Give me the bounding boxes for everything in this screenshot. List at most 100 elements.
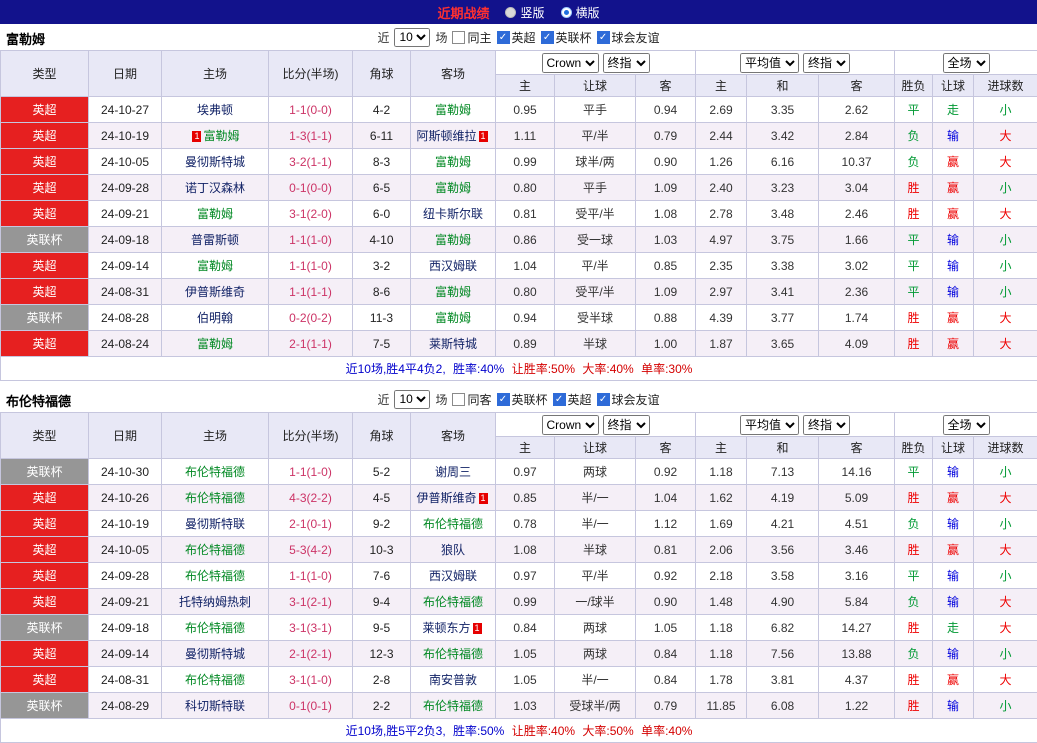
col-header-date: 日期 — [89, 413, 162, 459]
result-outcome: 负 — [895, 123, 933, 149]
avg-home: 1.18 — [696, 615, 747, 641]
handicap-line: 两球 — [555, 459, 636, 485]
team-name-link[interactable]: 纽卡斯尔联 — [423, 207, 483, 221]
result-outcome: 平 — [895, 253, 933, 279]
team-name-link[interactable]: 伊普斯维奇 — [416, 491, 476, 505]
team-name-link[interactable]: 富勒姆 — [435, 155, 471, 169]
avg-time-select[interactable]: 终指 — [803, 53, 850, 73]
result-outcome: 平 — [895, 97, 933, 123]
filter-checkbox[interactable]: 同主 — [452, 29, 491, 46]
avg-company-select[interactable]: 平均值 — [740, 415, 799, 435]
avg-time-select[interactable]: 终指 — [803, 415, 850, 435]
match-score: 3-1(2-0) — [269, 201, 353, 227]
result-goals: 大 — [974, 667, 1037, 693]
match-row: 英超24-10-19曼彻斯特联2-1(0-1)9-2布伦特福德0.78半/一1.… — [1, 511, 1037, 537]
team-name-link[interactable]: 布伦特福德 — [423, 699, 483, 713]
away-odds: 0.88 — [636, 305, 696, 331]
team-name-link[interactable]: 莱斯特城 — [429, 337, 477, 351]
away-odds: 0.79 — [636, 123, 696, 149]
avg-company-select[interactable]: 平均值 — [740, 53, 799, 73]
home-odds: 0.97 — [496, 459, 555, 485]
team-name-link[interactable]: 布伦特福德 — [423, 595, 483, 609]
team-name-link[interactable]: 布伦特福德 — [185, 621, 245, 635]
match-score: 1-3(1-1) — [269, 123, 353, 149]
odds-time-select[interactable]: 终指 — [603, 415, 650, 435]
away-team: 阿斯顿维拉1 — [411, 123, 496, 149]
layout-radio-horizontal[interactable]: 横版 — [561, 4, 600, 21]
team-name-link[interactable]: 莱顿东方 — [422, 621, 470, 635]
team-name-link[interactable]: 诺丁汉森林 — [185, 181, 245, 195]
team-name-link[interactable]: 狼队 — [441, 543, 465, 557]
radio-label-horizontal: 横版 — [576, 4, 600, 21]
scope-select[interactable]: 全场 — [943, 53, 990, 73]
team-name-link[interactable]: 伊普斯维奇 — [185, 285, 245, 299]
team-name-link[interactable]: 富勒姆 — [435, 233, 471, 247]
home-odds: 0.95 — [496, 97, 555, 123]
team-name-link[interactable]: 布伦特福德 — [185, 673, 245, 687]
filter-checkbox[interactable]: 同客 — [452, 391, 491, 408]
team-name-link[interactable]: 布伦特福德 — [185, 465, 245, 479]
team-name-link[interactable]: 曼彻斯特城 — [185, 155, 245, 169]
team-name-link[interactable]: 富勒姆 — [435, 181, 471, 195]
team-name-link[interactable]: 南安普敦 — [429, 673, 477, 687]
team-name-link[interactable]: 富勒姆 — [435, 103, 471, 117]
avg-home: 1.18 — [696, 459, 747, 485]
team-name-link[interactable]: 富勒姆 — [197, 259, 233, 273]
team-name-link[interactable]: 布伦特福德 — [185, 543, 245, 557]
team-name-link[interactable]: 富勒姆 — [435, 285, 471, 299]
scope-select[interactable]: 全场 — [943, 415, 990, 435]
odds-time-select[interactable]: 终指 — [603, 53, 650, 73]
team-name-link[interactable]: 曼彻斯特联 — [185, 517, 245, 531]
filter-checkbox[interactable]: ✓球会友谊 — [597, 29, 660, 46]
team-name-link[interactable]: 曼彻斯特城 — [185, 647, 245, 661]
avg-draw: 3.65 — [747, 331, 819, 357]
filter-checkbox[interactable]: ✓英超 — [497, 29, 536, 46]
summary-segment: 单率:40% — [641, 724, 692, 738]
summary-segment: 近10场,胜4平4负2, — [346, 362, 449, 376]
avg-home: 2.06 — [696, 537, 747, 563]
team-name-link[interactable]: 富勒姆 — [197, 207, 233, 221]
layout-radio-vertical[interactable]: 竖版 — [505, 4, 544, 21]
result-handicap: 输 — [933, 693, 974, 719]
team-name-link[interactable]: 埃弗顿 — [197, 103, 233, 117]
avg-away: 3.04 — [819, 175, 895, 201]
team-name-link[interactable]: 布伦特福德 — [423, 517, 483, 531]
filter-checkbox[interactable]: ✓英联杯 — [541, 29, 592, 46]
recent-count-select[interactable]: 10 — [394, 390, 430, 409]
team-name-link[interactable]: 富勒姆 — [203, 129, 239, 143]
team-name-link[interactable]: 普雷斯顿 — [191, 233, 239, 247]
filter-checkbox[interactable]: ✓球会友谊 — [597, 391, 660, 408]
filter-checkbox[interactable]: ✓英联杯 — [497, 391, 548, 408]
team-name-link[interactable]: 布伦特福德 — [185, 569, 245, 583]
result-outcome: 平 — [895, 459, 933, 485]
avg-controls: 平均值终指 — [696, 51, 895, 75]
team-name-link[interactable]: 科切斯特联 — [185, 699, 245, 713]
team-name-link[interactable]: 谢周三 — [435, 465, 471, 479]
odds-company-select[interactable]: Crown — [542, 415, 599, 435]
team-name-link[interactable]: 富勒姆 — [435, 311, 471, 325]
away-team: 富勒姆 — [411, 305, 496, 331]
team-name-link[interactable]: 托特纳姆热刺 — [179, 595, 251, 609]
away-odds: 1.09 — [636, 175, 696, 201]
filter-checkbox[interactable]: ✓英超 — [553, 391, 592, 408]
team-name-link[interactable]: 西汉姆联 — [429, 569, 477, 583]
handicap-line: 平/半 — [555, 123, 636, 149]
match-date: 24-08-31 — [89, 279, 162, 305]
match-row: 英超24-09-21托特纳姆热刺3-1(2-1)9-4布伦特福德0.99一/球半… — [1, 589, 1037, 615]
result-handicap: 输 — [933, 227, 974, 253]
league-cell: 英超 — [1, 485, 89, 511]
team-name-link[interactable]: 布伦特福德 — [423, 647, 483, 661]
home-team: 曼彻斯特城 — [162, 641, 269, 667]
recent-count-select[interactable]: 10 — [394, 28, 430, 47]
col-header-avg-draw: 和 — [747, 437, 819, 459]
team-name-link[interactable]: 西汉姆联 — [429, 259, 477, 273]
home-odds: 1.05 — [496, 641, 555, 667]
team-name-link[interactable]: 阿斯顿维拉 — [416, 129, 476, 143]
team-name-link[interactable]: 富勒姆 — [197, 337, 233, 351]
filter-bar: 近10场同主✓英超✓英联杯✓球会友谊 — [377, 28, 659, 47]
result-handicap: 走 — [933, 615, 974, 641]
odds-company-select[interactable]: Crown — [542, 53, 599, 73]
team-name-link[interactable]: 伯明翰 — [197, 311, 233, 325]
team-name-link[interactable]: 布伦特福德 — [185, 491, 245, 505]
avg-away: 14.27 — [819, 615, 895, 641]
